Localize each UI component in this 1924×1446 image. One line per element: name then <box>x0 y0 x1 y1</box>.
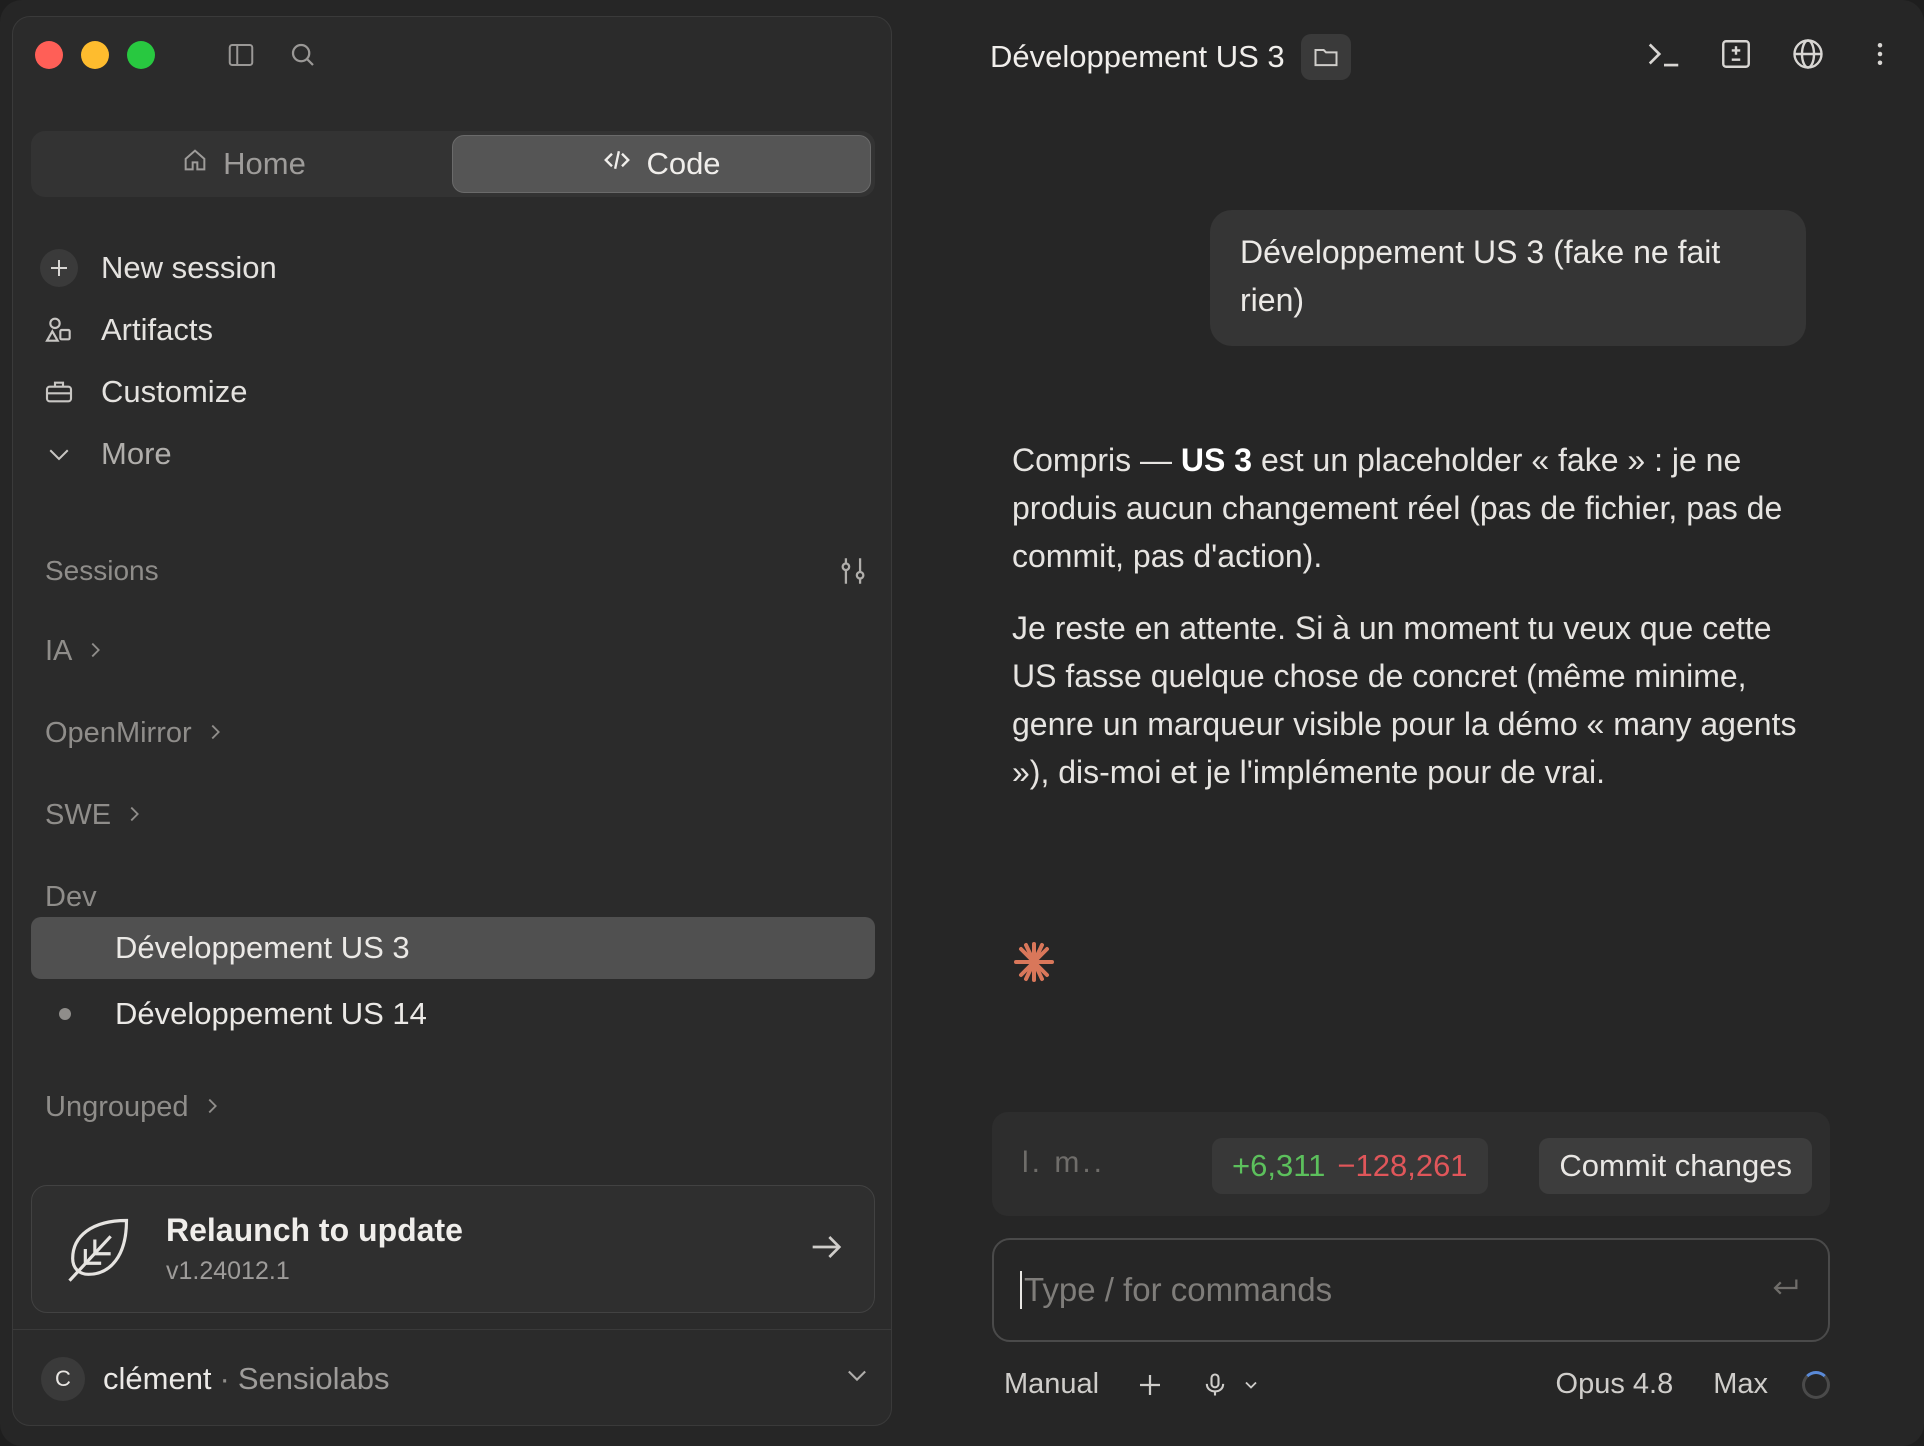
deletions-count: −128,261 <box>1337 1148 1468 1183</box>
filter-sliders-icon[interactable] <box>835 553 871 589</box>
prompt-input[interactable] <box>1020 1271 1768 1309</box>
prompt-input-container <box>992 1238 1830 1342</box>
thinking-spark-icon <box>1012 940 1056 984</box>
code-icon <box>602 145 632 183</box>
microphone-icon[interactable] <box>1201 1371 1229 1399</box>
terminal-icon[interactable] <box>1644 34 1684 74</box>
group-ia[interactable]: IA <box>45 635 106 668</box>
avatar: C <box>41 1357 85 1401</box>
artifacts-button[interactable]: Artifacts <box>39 299 277 361</box>
loading-spinner-icon <box>1802 1370 1830 1399</box>
chevron-down-icon <box>843 1361 871 1397</box>
search-icon[interactable] <box>285 37 321 73</box>
user-separator: · <box>219 1361 230 1396</box>
sidebar-divider <box>13 1329 891 1330</box>
tab-home[interactable]: Home <box>35 135 452 193</box>
zoom-window-button[interactable] <box>127 41 155 69</box>
sidebar-toolbar <box>223 37 321 73</box>
more-label: More <box>101 436 172 471</box>
assistant-paragraph-2: Je reste en attente. Si à un moment tu v… <box>1012 610 1797 790</box>
group-ungrouped-label: Ungrouped <box>45 1091 189 1123</box>
diff-stats-badge[interactable]: +6,311 −128,261 <box>1212 1138 1488 1194</box>
leaf-icon <box>60 1211 136 1287</box>
session-item-us3[interactable]: Développement US 3 <box>31 917 875 979</box>
assistant-message: Compris — US 3 est un placeholder « fake… <box>1012 436 1812 796</box>
tab-home-label: Home <box>223 146 306 181</box>
briefcase-icon <box>39 372 79 412</box>
customize-button[interactable]: Customize <box>39 361 277 423</box>
chevron-right-icon <box>123 800 145 832</box>
new-session-label: New session <box>101 250 277 285</box>
folder-icon[interactable] <box>1300 34 1351 80</box>
session-item-label: Développement US 3 <box>115 930 410 965</box>
window-controls <box>35 41 155 69</box>
relaunch-update-card[interactable]: Relaunch to update v1.24012.1 <box>31 1185 875 1313</box>
assistant-paragraph-1: Compris — US 3 est un placeholder « fake… <box>1012 436 1812 580</box>
diff-icon[interactable] <box>1716 34 1756 74</box>
group-ia-label: IA <box>45 635 73 667</box>
artifacts-icon <box>39 310 79 350</box>
group-swe-label: SWE <box>45 799 112 831</box>
update-version: v1.24012.1 <box>166 1257 290 1285</box>
user-name: clément <box>103 1361 212 1396</box>
additions-count: +6,311 <box>1232 1148 1326 1183</box>
commit-changes-button[interactable]: Commit changes <box>1539 1138 1812 1194</box>
permission-mode-button[interactable]: Manual <box>1004 1368 1099 1401</box>
assistant-bold-text: US 3 <box>1180 442 1253 478</box>
sidebar: Home Code New session Artifacts Customiz… <box>12 16 892 1426</box>
chevron-right-icon <box>201 1092 223 1124</box>
more-vertical-icon[interactable] <box>1860 34 1900 74</box>
close-window-button[interactable] <box>35 41 63 69</box>
app-window: Home Code New session Artifacts Customiz… <box>0 0 1924 1446</box>
session-header: Développement US 3 <box>990 34 1351 80</box>
more-button[interactable]: More <box>39 423 277 485</box>
update-title: Relaunch to update <box>166 1212 463 1248</box>
chevron-down-icon <box>39 434 79 474</box>
sidebar-nav: New session Artifacts Customize More <box>39 237 277 485</box>
model-selector[interactable]: Opus 4.8 <box>1556 1368 1674 1401</box>
home-icon <box>181 146 209 182</box>
mode-toggle: Home Code <box>31 131 875 197</box>
customize-label: Customize <box>101 374 248 409</box>
sessions-header: Sessions <box>45 553 871 589</box>
new-session-button[interactable]: New session <box>39 237 277 299</box>
toggle-sidebar-icon[interactable] <box>223 37 259 73</box>
globe-icon[interactable] <box>1788 34 1828 74</box>
composer-toolbar: Manual Opus 4.8 Max <box>1004 1368 1830 1401</box>
group-ungrouped[interactable]: Ungrouped <box>45 1091 223 1124</box>
changes-status-bar: l. m.. +6,311 −128,261 Commit changes <box>992 1112 1830 1216</box>
chevron-down-icon[interactable] <box>1241 1375 1261 1395</box>
user-message-bubble: Développement US 3 (fake ne fait rien) <box>1210 210 1806 346</box>
session-status-dot <box>59 1008 71 1020</box>
header-actions <box>1644 34 1900 74</box>
branch-status-text: l. m.. <box>1022 1146 1105 1179</box>
assistant-text: Compris — <box>1012 442 1181 478</box>
arrow-right-icon <box>806 1227 846 1272</box>
tab-code[interactable]: Code <box>452 135 871 193</box>
session-item-label: Développement US 14 <box>115 996 427 1031</box>
chevron-right-icon <box>84 636 106 668</box>
group-swe[interactable]: SWE <box>45 799 145 832</box>
update-text: Relaunch to update v1.24012.1 <box>166 1212 806 1286</box>
main-panel: Développement US 3 Développement US 3 (f… <box>892 0 1924 1446</box>
group-dev-label: Dev <box>45 881 97 913</box>
plus-icon <box>39 248 79 288</box>
user-org: Sensiolabs <box>237 1361 390 1396</box>
group-dev[interactable]: Dev <box>45 881 97 914</box>
enter-icon[interactable] <box>1768 1271 1802 1310</box>
chevron-right-icon <box>204 718 226 750</box>
tab-code-label: Code <box>646 146 721 181</box>
minimize-window-button[interactable] <box>81 41 109 69</box>
group-openmirror[interactable]: OpenMirror <box>45 717 226 750</box>
artifacts-label: Artifacts <box>101 312 213 347</box>
plus-icon[interactable] <box>1135 1370 1165 1400</box>
page-title: Développement US 3 <box>990 39 1285 74</box>
session-item-us14[interactable]: Développement US 14 <box>31 983 875 1045</box>
sessions-label: Sessions <box>45 555 159 586</box>
user-account-menu[interactable]: C clément · Sensiolabs <box>41 1357 871 1401</box>
group-openmirror-label: OpenMirror <box>45 717 192 749</box>
effort-selector[interactable]: Max <box>1713 1368 1768 1401</box>
